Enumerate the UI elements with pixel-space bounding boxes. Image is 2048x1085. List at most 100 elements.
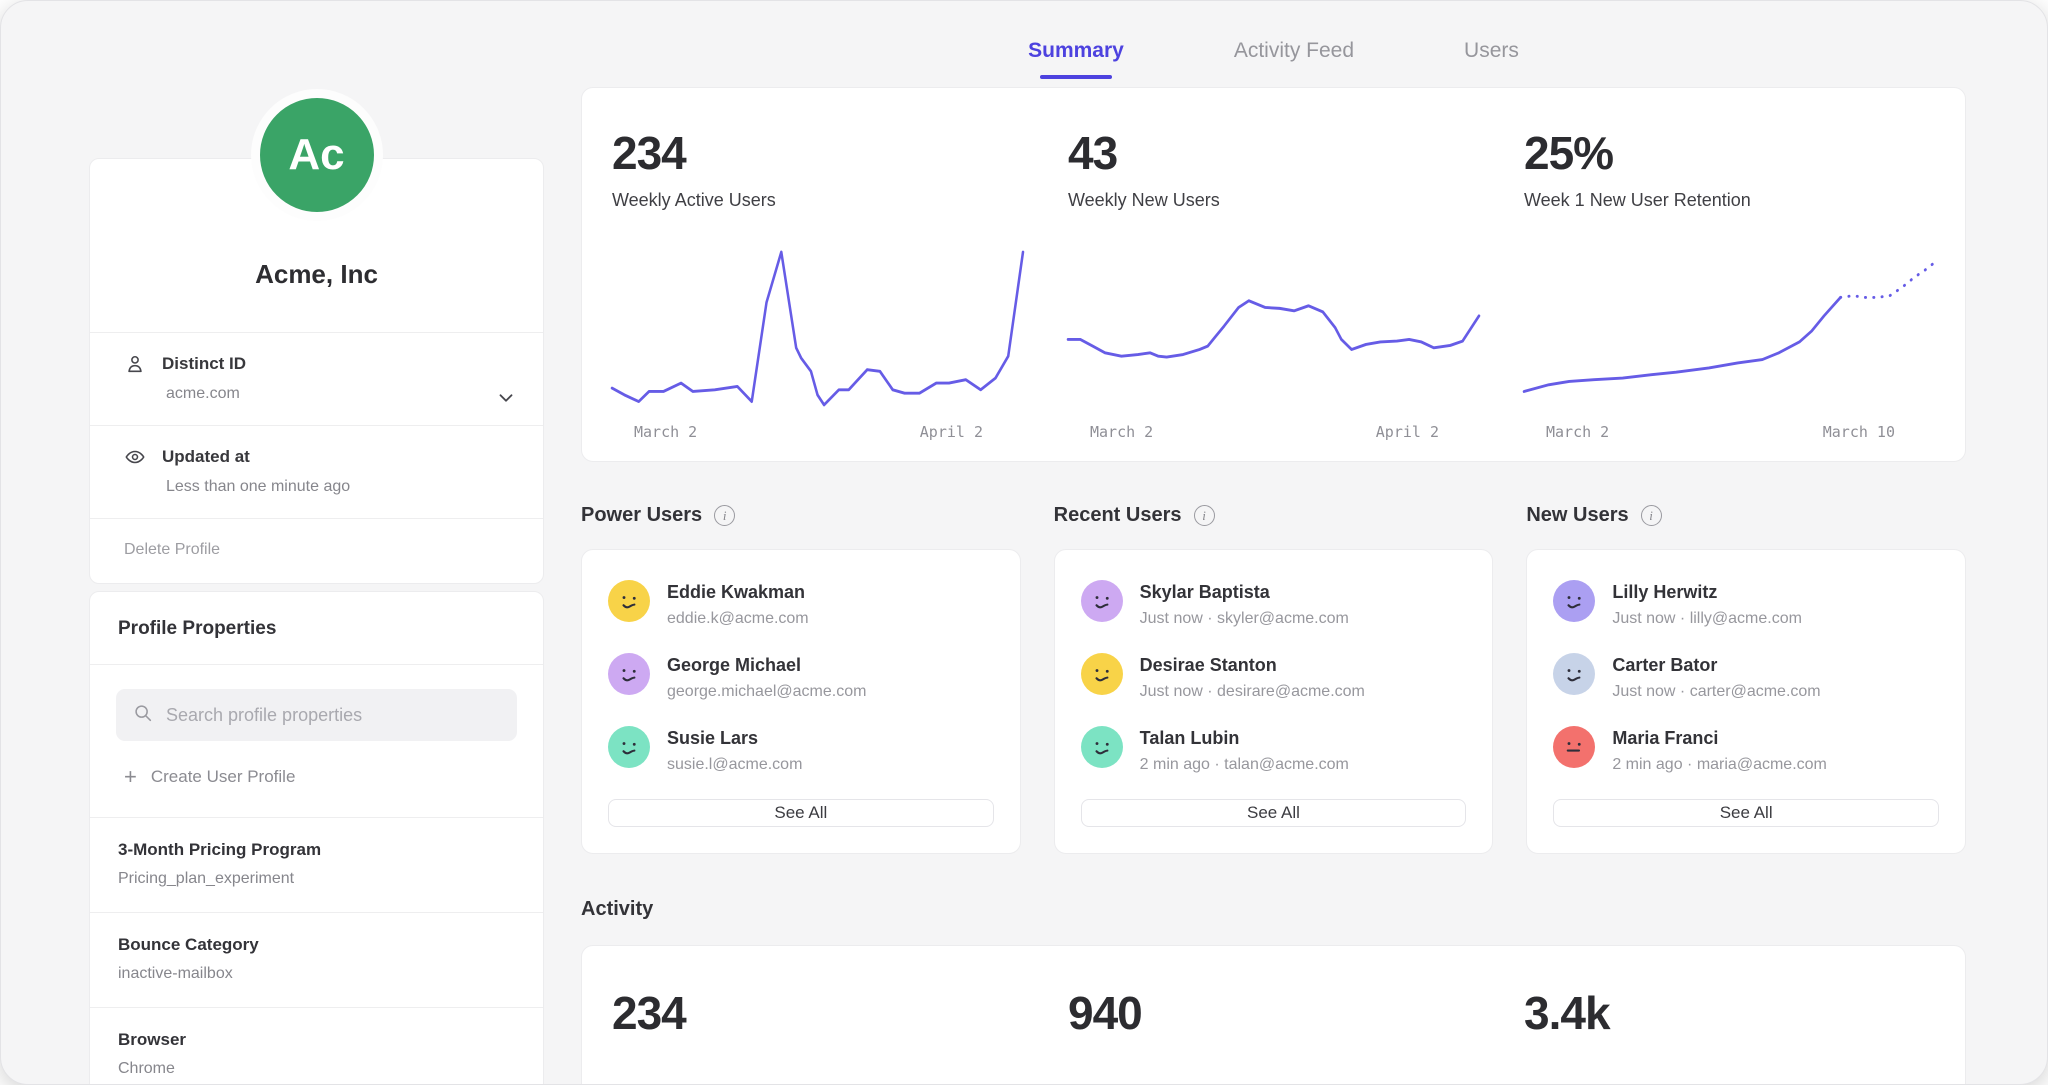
new-users-card: Lilly Herwitz Just now · lilly@acme.com — [1526, 549, 1966, 854]
stat-weekly-active-users: 234 Weekly Active Users March 2 April 2 — [612, 126, 1023, 441]
recent-users-section: Recent Users i Skylar Baptista — [1054, 504, 1494, 854]
delete-profile-row[interactable]: Delete Profile — [90, 518, 543, 583]
x-axis-tick: March 10 — [1823, 423, 1895, 441]
stat-value: 25% — [1524, 126, 1935, 180]
profile-properties-title: Profile Properties — [90, 592, 543, 665]
property-row[interactable]: Browser Chrome — [90, 1007, 543, 1085]
profile-field-distinct-id[interactable]: Distinct ID acme.com — [90, 332, 543, 425]
property-row[interactable]: 3-Month Pricing Program Pricing_plan_exp… — [90, 817, 543, 912]
field-label: Updated at — [162, 447, 250, 467]
user-avatar — [1553, 580, 1595, 622]
info-icon[interactable]: i — [1641, 505, 1662, 526]
user-meta: susie.l@acme.com — [667, 756, 802, 774]
new-users-section: New Users i Lilly Herwitz Just — [1526, 504, 1966, 854]
see-all-button[interactable]: See All — [1553, 799, 1939, 827]
activity-card: 234 940 3.4k — [581, 945, 1966, 1085]
activity-stat-value: 3.4k — [1524, 986, 1935, 1040]
field-label: Distinct ID — [162, 354, 246, 374]
property-label: Browser — [118, 1030, 515, 1050]
search-input[interactable] — [166, 705, 501, 726]
user-avatar — [608, 726, 650, 768]
stat-week1-retention: 25% Week 1 New User Retention March 2 Ma… — [1524, 126, 1935, 441]
property-value: Pricing_plan_experiment — [118, 870, 515, 888]
eye-icon — [124, 446, 146, 468]
see-all-button[interactable]: See All — [608, 799, 994, 827]
user-name: Skylar Baptista — [1140, 580, 1349, 603]
power-users-card: Eddie Kwakman eddie.k@acme.com Geo — [581, 549, 1021, 854]
user-row[interactable]: Eddie Kwakman eddie.k@acme.com — [608, 580, 994, 628]
user-avatar — [1553, 653, 1595, 695]
plus-icon: + — [124, 768, 137, 786]
user-row[interactable]: George Michael george.michael@acme.com — [608, 653, 994, 701]
user-avatar — [1081, 726, 1123, 768]
user-name: George Michael — [667, 653, 866, 676]
info-icon[interactable]: i — [714, 505, 735, 526]
user-avatar — [1081, 580, 1123, 622]
x-axis: March 2 April 2 — [1068, 415, 1479, 441]
main-content: Summary Activity Feed Users 234 Weekly A… — [581, 1, 1966, 1085]
weekly-active-users-chart — [612, 247, 1023, 415]
user-name: Carter Bator — [1612, 653, 1820, 676]
section-title: Recent Users — [1054, 504, 1182, 527]
info-icon[interactable]: i — [1194, 505, 1215, 526]
user-meta: Just now · carter@acme.com — [1612, 683, 1820, 701]
user-row[interactable]: Skylar Baptista Just now · skyler@acme.c… — [1081, 580, 1467, 628]
user-name: Talan Lubin — [1140, 726, 1349, 749]
section-title: New Users — [1526, 504, 1628, 527]
chevron-down-icon[interactable] — [495, 387, 517, 414]
stat-value: 43 — [1068, 126, 1479, 180]
stat-label: Weekly New Users — [1068, 190, 1479, 211]
profile-properties-card: Profile Properties + Create User Profile — [89, 591, 544, 1085]
see-all-button[interactable]: See All — [1081, 799, 1467, 827]
tab-summary[interactable]: Summary — [1028, 39, 1124, 79]
activity-stat-value: 234 — [612, 986, 1023, 1040]
field-value: acme.com — [166, 385, 515, 403]
activity-section-title: Activity — [581, 898, 1966, 921]
property-row[interactable]: Bounce Category inactive-mailbox — [90, 912, 543, 1007]
stat-label: Weekly Active Users — [612, 190, 1023, 211]
user-name: Lilly Herwitz — [1612, 580, 1802, 603]
stat-value: 234 — [612, 126, 1023, 180]
user-avatar — [608, 580, 650, 622]
x-axis-tick: March 2 — [634, 423, 697, 441]
field-value: Less than one minute ago — [166, 478, 515, 496]
stat-label: Week 1 New User Retention — [1524, 190, 1935, 211]
retention-chart — [1524, 247, 1935, 415]
section-title: Power Users — [581, 504, 702, 527]
x-axis-tick: March 2 — [1546, 423, 1609, 441]
user-name: Eddie Kwakman — [667, 580, 809, 603]
person-icon — [124, 353, 146, 375]
user-row[interactable]: Lilly Herwitz Just now · lilly@acme.com — [1553, 580, 1939, 628]
delete-profile-button[interactable]: Delete Profile — [124, 541, 220, 558]
stat-weekly-new-users: 43 Weekly New Users March 2 April 2 — [1068, 126, 1479, 441]
user-avatar — [608, 653, 650, 695]
user-row[interactable]: Maria Franci 2 min ago · maria@acme.com — [1553, 726, 1939, 774]
x-axis-tick: April 2 — [1376, 423, 1439, 441]
search-icon — [132, 702, 154, 729]
create-user-profile-label: Create User Profile — [151, 767, 296, 787]
user-name: Susie Lars — [667, 726, 802, 749]
user-name: Maria Franci — [1612, 726, 1827, 749]
user-meta: 2 min ago · talan@acme.com — [1140, 756, 1349, 774]
profile-card: Acme, Inc Distinct ID acme.com — [89, 158, 544, 584]
user-row[interactable]: Talan Lubin 2 min ago · talan@acme.com — [1081, 726, 1467, 774]
activity-stat-value: 940 — [1068, 986, 1479, 1040]
property-label: 3-Month Pricing Program — [118, 840, 515, 860]
user-row[interactable]: Susie Lars susie.l@acme.com — [608, 726, 994, 774]
user-meta: Just now · lilly@acme.com — [1612, 610, 1802, 628]
user-row[interactable]: Desirae Stanton Just now · desirare@acme… — [1081, 653, 1467, 701]
recent-users-card: Skylar Baptista Just now · skyler@acme.c… — [1054, 549, 1494, 854]
x-axis-tick: March 2 — [1090, 423, 1153, 441]
tab-users[interactable]: Users — [1464, 39, 1519, 79]
org-avatar-initials: Ac — [288, 130, 344, 180]
power-users-section: Power Users i Eddie Kwakman ed — [581, 504, 1021, 854]
user-meta: george.michael@acme.com — [667, 683, 866, 701]
profile-properties-search[interactable] — [116, 689, 517, 741]
create-user-profile-button[interactable]: + Create User Profile — [116, 741, 517, 811]
property-label: Bounce Category — [118, 935, 515, 955]
summary-card: 234 Weekly Active Users March 2 April 2 … — [581, 87, 1966, 462]
user-name: Desirae Stanton — [1140, 653, 1365, 676]
tab-activity-feed[interactable]: Activity Feed — [1234, 39, 1354, 79]
user-row[interactable]: Carter Bator Just now · carter@acme.com — [1553, 653, 1939, 701]
user-meta: eddie.k@acme.com — [667, 610, 809, 628]
